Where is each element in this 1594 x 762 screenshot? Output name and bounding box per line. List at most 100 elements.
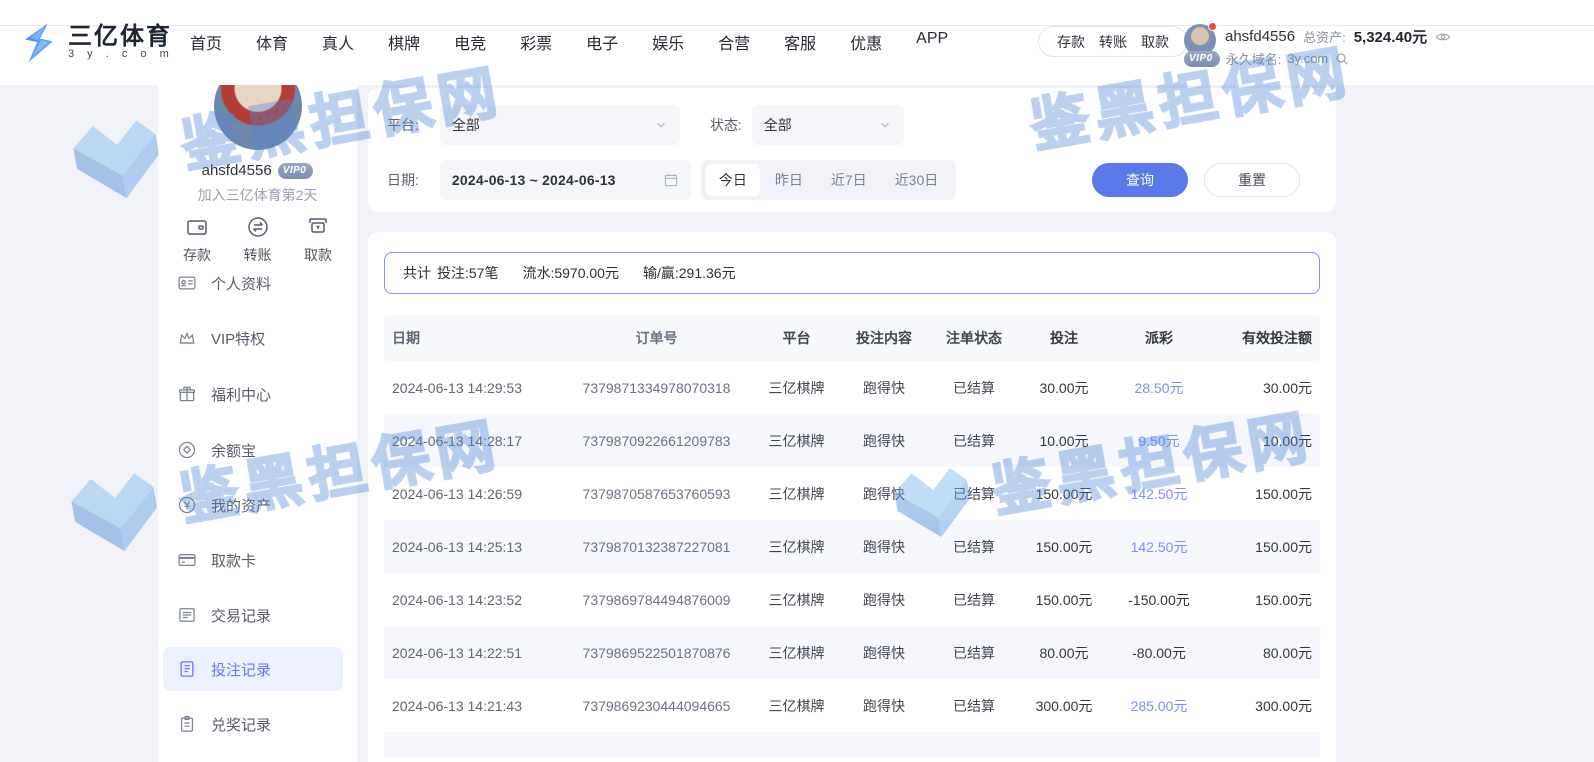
wallet-pill: 存款转账取款	[1038, 26, 1188, 57]
sidebar-item-vip[interactable]: VIP特权	[163, 316, 343, 360]
cell-bet: 10.00元	[1019, 431, 1109, 451]
sidebar-user-line: ahsfd4556 VIP0	[158, 162, 357, 179]
nav-item-0[interactable]: 首页	[190, 30, 222, 54]
wallet-pill-item-0[interactable]: 存款	[1057, 32, 1085, 52]
sidebar-item-label: 取款卡	[211, 550, 256, 571]
user-info-line1: ahsfd4556 总资产: 5,324.40元	[1225, 26, 1451, 47]
gift-icon	[177, 384, 197, 404]
cell-platform: 三亿棋牌	[754, 696, 839, 716]
sidebar-item-yuebao[interactable]: 余额宝	[163, 428, 343, 472]
assets-icon	[177, 495, 197, 515]
cell-platform: 三亿棋牌	[754, 537, 839, 557]
nav-item-9[interactable]: 客服	[784, 30, 816, 54]
summary-winloss: 输/赢:291.36元	[643, 263, 736, 283]
quick-action-withdraw[interactable]: 取款	[293, 215, 343, 265]
table-row: 2024-06-13 14:28:177379870922661209783三亿…	[384, 414, 1320, 467]
cell-payout: 142.50元	[1109, 537, 1209, 557]
quick-range-1[interactable]: 昨日	[762, 164, 816, 196]
search-icon[interactable]	[1334, 51, 1350, 67]
table-row: 2024-06-13 14:21:437379869230444094665三亿…	[384, 679, 1320, 732]
date-range-input[interactable]: 2024-06-13 ~ 2024-06-13	[440, 160, 691, 200]
sidebar: ahsfd4556 VIP0 加入三亿体育第2天 存款 转账 取款	[158, 85, 357, 762]
cell-date: 2024-06-13 14:28:17	[384, 433, 559, 449]
cell-date: 2024-06-13 14:29:53	[384, 380, 559, 396]
cell-valid: 150.00元	[1209, 590, 1320, 610]
table-row: 2024-06-13 14:26:597379870587653760593三亿…	[384, 467, 1320, 520]
nav-item-1[interactable]: 体育	[256, 30, 288, 54]
bank-card-icon	[177, 550, 197, 570]
wallet-pill-item-1[interactable]: 转账	[1099, 32, 1127, 52]
table-row-partial	[384, 732, 1320, 758]
cell-bet: 150.00元	[1019, 537, 1109, 557]
date-range-value: 2024-06-13 ~ 2024-06-13	[452, 172, 616, 188]
cell-payout: 285.00元	[1109, 696, 1209, 716]
vip-badge: VIP0	[1184, 51, 1220, 67]
cell-content: 跑得快	[839, 537, 929, 557]
nav-item-11[interactable]: APP	[916, 30, 948, 54]
status-select-value: 全部	[764, 115, 792, 135]
cell-valid: 150.00元	[1209, 484, 1320, 504]
reset-button[interactable]: 重置	[1204, 163, 1300, 197]
nav-item-6[interactable]: 电子	[586, 30, 618, 54]
quick-range-2[interactable]: 近7日	[818, 164, 880, 196]
column-header-2: 平台	[754, 328, 839, 348]
crown-icon	[177, 328, 197, 348]
notification-dot	[1208, 22, 1217, 31]
cell-content: 跑得快	[839, 484, 929, 504]
sidebar-item-bet-records[interactable]: 投注记录	[163, 647, 343, 691]
quick-action-transfer[interactable]: 转账	[233, 215, 283, 265]
nav-item-10[interactable]: 优惠	[850, 30, 882, 54]
quick-range-0[interactable]: 今日	[706, 164, 760, 196]
cell-content: 跑得快	[839, 696, 929, 716]
search-button[interactable]: 查询	[1092, 163, 1188, 197]
bet-table: 日期订单号平台投注内容注单状态投注派彩有效投注额 2024-06-13 14:2…	[384, 315, 1320, 758]
nav-item-4[interactable]: 电竞	[454, 30, 486, 54]
sidebar-item-label: 余额宝	[211, 440, 256, 461]
main-nav: 首页 体育 真人 棋牌 电竞 彩票 电子 娱乐 合营 客服 优惠 APP	[190, 30, 948, 54]
cell-payout: 142.50元	[1109, 484, 1209, 504]
cell-platform: 三亿棋牌	[754, 431, 839, 451]
domain-label: 永久域名:	[1226, 49, 1282, 68]
sidebar-item-label: 个人资料	[211, 273, 271, 294]
sidebar-item-profile[interactable]: 个人资料	[163, 261, 343, 305]
column-header-4: 注单状态	[929, 328, 1019, 348]
nav-item-8[interactable]: 合营	[718, 30, 750, 54]
transfer-icon	[246, 215, 270, 239]
sidebar-item-label: 我的资产	[211, 495, 271, 516]
cell-bet: 150.00元	[1019, 484, 1109, 504]
sidebar-item-assets[interactable]: 我的资产	[163, 483, 343, 527]
coin-icon	[177, 440, 197, 460]
username: ahsfd4556	[1225, 28, 1295, 45]
nav-item-3[interactable]: 棋牌	[388, 30, 420, 54]
sidebar-item-transactions[interactable]: 交易记录	[163, 593, 343, 637]
cell-date: 2024-06-13 14:25:13	[384, 539, 559, 555]
cell-valid: 150.00元	[1209, 537, 1320, 557]
cell-status: 已结算	[929, 537, 1019, 557]
calendar-icon	[663, 172, 679, 188]
cell-platform: 三亿棋牌	[754, 484, 839, 504]
filter-buttons: 查询 重置	[1092, 163, 1300, 197]
eye-icon[interactable]	[1435, 29, 1451, 45]
sidebar-item-prize-records[interactable]: 兑奖记录	[163, 702, 343, 746]
quick-action-deposit[interactable]: 存款	[172, 215, 222, 265]
join-days-text: 加入三亿体育第2天	[158, 185, 357, 205]
column-header-7: 有效投注额	[1209, 328, 1320, 348]
platform-select[interactable]: 全部	[440, 105, 680, 145]
filter-row-2: 日期: 2024-06-13 ~ 2024-06-13 今日昨日近7日近30日	[387, 160, 956, 200]
cell-platform: 三亿棋牌	[754, 590, 839, 610]
site-logo[interactable]: 三亿体育 3 y . c o m	[18, 22, 174, 64]
wallet-pill-item-2[interactable]: 取款	[1141, 32, 1169, 52]
table-body: 2024-06-13 14:29:537379871334978070318三亿…	[384, 361, 1320, 732]
sidebar-item-welfare[interactable]: 福利中心	[163, 372, 343, 416]
sidebar-quick-actions: 存款 转账 取款	[158, 215, 357, 265]
sidebar-item-label: VIP特权	[211, 328, 265, 349]
cell-content: 跑得快	[839, 431, 929, 451]
nav-item-2[interactable]: 真人	[322, 30, 354, 54]
nav-item-7[interactable]: 娱乐	[652, 30, 684, 54]
table-row: 2024-06-13 14:25:137379870132387227081三亿…	[384, 520, 1320, 573]
cell-content: 跑得快	[839, 378, 929, 398]
quick-range-3[interactable]: 近30日	[882, 164, 952, 196]
nav-item-5[interactable]: 彩票	[520, 30, 552, 54]
sidebar-item-withdraw-card[interactable]: 取款卡	[163, 538, 343, 582]
status-select[interactable]: 全部	[752, 105, 904, 145]
